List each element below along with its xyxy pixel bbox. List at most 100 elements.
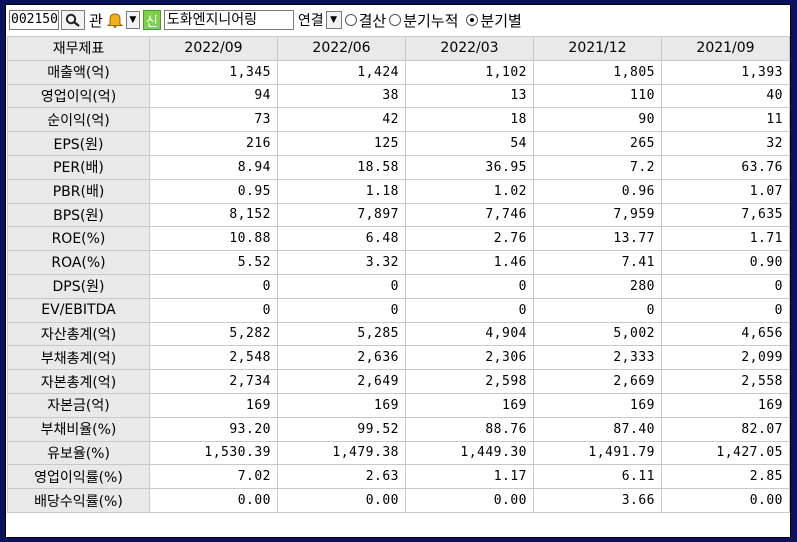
table-cell: 169 bbox=[405, 392, 534, 418]
column-header: 2021/09 bbox=[661, 36, 790, 61]
row-label: ROA(%) bbox=[7, 250, 150, 275]
search-icon bbox=[65, 13, 80, 27]
radio-selected-icon bbox=[466, 14, 479, 26]
table-cell: 18.58 bbox=[277, 154, 406, 180]
table-cell: 2,734 bbox=[149, 369, 278, 394]
row-label: 부채비율(%) bbox=[7, 416, 150, 442]
table-cell: 1,530.39 bbox=[149, 440, 278, 466]
table-cell: 54 bbox=[405, 131, 534, 156]
table-cell: 0.00 bbox=[277, 488, 406, 513]
table-cell: 0 bbox=[277, 273, 406, 299]
stock-code-input[interactable]: 002150 bbox=[9, 10, 59, 30]
table-cell: 40 bbox=[661, 83, 790, 109]
alert-button[interactable] bbox=[105, 10, 125, 30]
table-cell: 63.76 bbox=[661, 154, 790, 180]
table-cell: 169 bbox=[533, 392, 662, 418]
toolbar: 002150 관 ▼ 신 도화엔지니어링 연결 ▼ 결산 분기누적 분기별 bbox=[6, 5, 790, 35]
table-cell: 94 bbox=[149, 83, 278, 109]
table-cell: 2,099 bbox=[661, 345, 790, 371]
bell-icon bbox=[106, 13, 124, 28]
table-row: ROA(%) 5.52 3.32 1.46 7.41 0.90 bbox=[7, 250, 790, 275]
table-cell: 32 bbox=[661, 131, 790, 156]
table-cell: 0 bbox=[277, 297, 406, 323]
company-name-field[interactable]: 도화엔지니어링 bbox=[163, 10, 294, 30]
row-label: PER(배) bbox=[7, 154, 150, 180]
row-label: 자본총계(억) bbox=[7, 369, 150, 394]
table-cell: 216 bbox=[149, 131, 278, 156]
table-cell: 6.11 bbox=[533, 464, 662, 490]
consolidation-select[interactable]: 연결 ▼ bbox=[296, 10, 342, 30]
alert-dropdown[interactable]: ▼ bbox=[125, 11, 140, 29]
table-cell: 7,746 bbox=[405, 202, 534, 228]
table-cell: 42 bbox=[277, 107, 406, 133]
column-header: 2021/12 bbox=[533, 36, 662, 61]
table-cell: 73 bbox=[149, 107, 278, 133]
table-cell: 0.00 bbox=[149, 488, 278, 513]
radio-settlement[interactable]: 결산 bbox=[344, 10, 387, 31]
table-row: EV/EBITDA 0 0 0 0 0 bbox=[7, 297, 790, 323]
search-button[interactable] bbox=[61, 10, 85, 30]
table-cell: 1,805 bbox=[533, 59, 662, 85]
table-row: 영업이익률(%) 7.02 2.63 1.17 6.11 2.85 bbox=[7, 464, 790, 490]
table-row: 자본총계(억) 2,734 2,649 2,598 2,669 2,558 bbox=[7, 369, 790, 394]
table-cell: 1,393 bbox=[661, 59, 790, 85]
radio-quarterly[interactable]: 분기별 bbox=[466, 10, 522, 31]
table-cell: 7.2 bbox=[533, 154, 662, 180]
table-cell: 87.40 bbox=[533, 416, 662, 442]
table-cell: 90 bbox=[533, 107, 662, 133]
table-cell: 3.66 bbox=[533, 488, 662, 513]
table-cell: 169 bbox=[277, 392, 406, 418]
table-cell: 2,649 bbox=[277, 369, 406, 394]
table-cell: 0 bbox=[405, 297, 534, 323]
column-header: 2022/06 bbox=[277, 36, 406, 61]
table-cell: 2,558 bbox=[661, 369, 790, 394]
table-cell: 169 bbox=[149, 392, 278, 418]
table-cell: 36.95 bbox=[405, 154, 534, 180]
table-row: 영업이익(억) 94 38 13 110 40 bbox=[7, 83, 790, 109]
column-header: 재무제표 bbox=[7, 36, 150, 61]
radio-circle-icon bbox=[344, 14, 357, 26]
chevron-down-icon[interactable]: ▼ bbox=[325, 11, 342, 29]
table-cell: 82.07 bbox=[661, 416, 790, 442]
row-label: 배당수익률(%) bbox=[7, 488, 150, 513]
table-cell: 2,669 bbox=[533, 369, 662, 394]
table-cell: 5,002 bbox=[533, 321, 662, 347]
row-label: 영업이익(억) bbox=[7, 83, 150, 109]
table-cell: 3.32 bbox=[277, 250, 406, 275]
table-cell: 2.76 bbox=[405, 226, 534, 252]
watchlist-button[interactable]: 관 bbox=[89, 10, 103, 31]
row-label: ROE(%) bbox=[7, 226, 150, 252]
radio-quarterly-cumulative[interactable]: 분기누적 bbox=[389, 10, 458, 31]
table-cell: 1,491.79 bbox=[533, 440, 662, 466]
table-cell: 0.00 bbox=[661, 488, 790, 513]
column-header: 2022/03 bbox=[405, 36, 534, 61]
table-cell: 1,479.38 bbox=[277, 440, 406, 466]
table-cell: 0 bbox=[149, 273, 278, 299]
table-cell: 5.52 bbox=[149, 250, 278, 275]
row-label: EV/EBITDA bbox=[7, 297, 150, 323]
table-cell: 2.85 bbox=[661, 464, 790, 490]
table-cell: 5,282 bbox=[149, 321, 278, 347]
radio-label: 결산 bbox=[358, 11, 387, 30]
table-cell: 1.17 bbox=[405, 464, 534, 490]
table-header-row: 재무제표 2022/09 2022/06 2022/03 2021/12 202… bbox=[7, 36, 790, 61]
row-label: 부채총계(억) bbox=[7, 345, 150, 371]
table-cell: 0.96 bbox=[533, 178, 662, 204]
table-cell: 1,424 bbox=[277, 59, 406, 85]
table-cell: 7,897 bbox=[277, 202, 406, 228]
table-cell: 265 bbox=[533, 131, 662, 156]
financial-panel: 002150 관 ▼ 신 도화엔지니어링 연결 ▼ 결산 분기누적 분기별 재무… bbox=[5, 4, 791, 538]
row-label: 자본금(억) bbox=[7, 392, 150, 418]
table-row: 순이익(억) 73 42 18 90 11 bbox=[7, 107, 790, 133]
table-row: BPS(원) 8,152 7,897 7,746 7,959 7,635 bbox=[7, 202, 790, 228]
table-cell: 2,636 bbox=[277, 345, 406, 371]
table-cell: 0.00 bbox=[405, 488, 534, 513]
table-row: 부채비율(%) 93.20 99.52 88.76 87.40 82.07 bbox=[7, 416, 790, 442]
chevron-down-icon: ▼ bbox=[129, 15, 137, 25]
table-cell: 280 bbox=[533, 273, 662, 299]
row-label: DPS(원) bbox=[7, 273, 150, 299]
row-label: 영업이익률(%) bbox=[7, 464, 150, 490]
table-cell: 1.71 bbox=[661, 226, 790, 252]
table-cell: 1,345 bbox=[149, 59, 278, 85]
table-cell: 0 bbox=[405, 273, 534, 299]
